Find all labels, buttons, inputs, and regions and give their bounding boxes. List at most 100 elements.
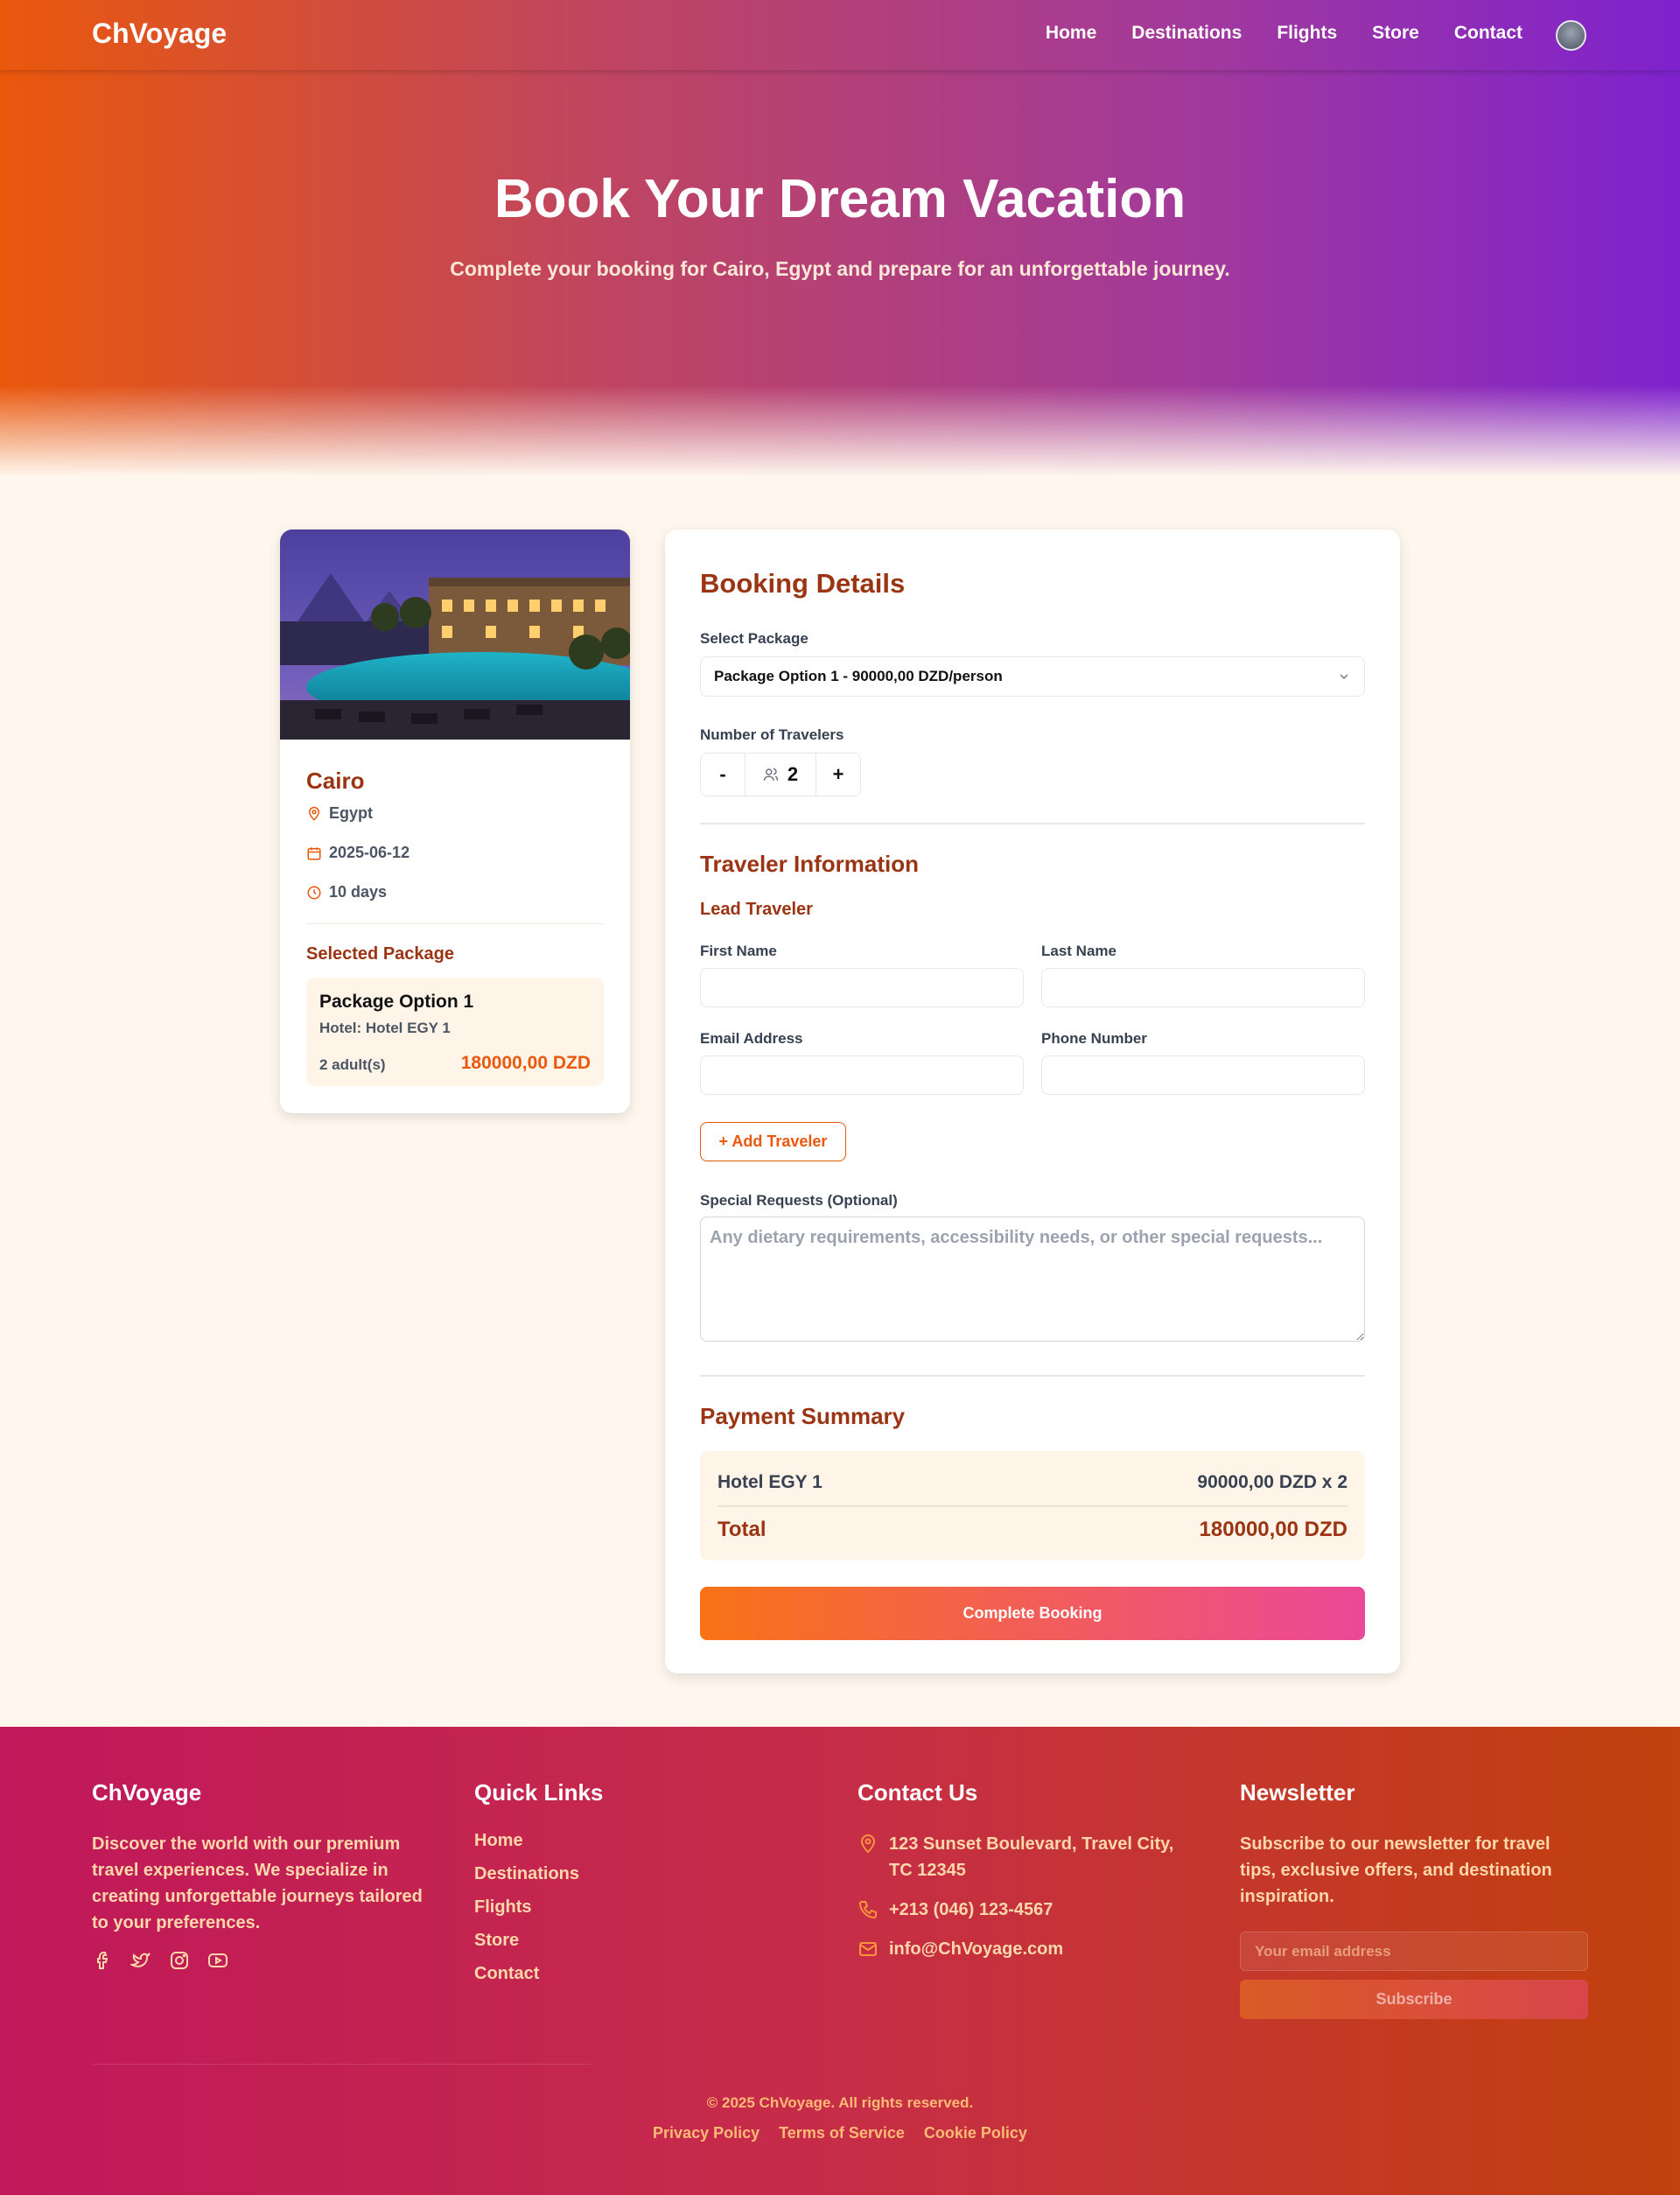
social-links	[92, 1950, 442, 1971]
top-navbar: ChVoyage Home Destinations Flights Store…	[0, 0, 1680, 70]
hero-title: Book Your Dream Vacation	[494, 169, 1186, 229]
complete-booking-button[interactable]: Complete Booking	[700, 1587, 1365, 1640]
user-avatar[interactable]	[1556, 20, 1586, 51]
footer-link-store[interactable]: Store	[474, 1931, 737, 1951]
newsletter-title: Newsletter	[1240, 1779, 1355, 1806]
last-name-input[interactable]	[1041, 968, 1365, 1007]
cookie-policy-link[interactable]: Cookie Policy	[924, 2124, 1027, 2142]
instagram-icon[interactable]	[169, 1950, 190, 1971]
mail-icon	[859, 1942, 877, 1956]
subscribe-button[interactable]: Subscribe	[1240, 1980, 1588, 2019]
line-item-amount: 90000,00 DZD x 2	[1197, 1472, 1348, 1492]
phone-input[interactable]	[1041, 1055, 1365, 1095]
contact-email: info@ChVoyage.com	[858, 1936, 1190, 1962]
summary-total: Total 180000,00 DZD	[718, 1518, 1348, 1542]
nav-link-home[interactable]: Home	[1046, 23, 1096, 44]
twitter-icon[interactable]	[130, 1950, 151, 1971]
hero-subtitle: Complete your booking for Cairo, Egypt a…	[450, 257, 1230, 280]
trip-duration: 10 days	[329, 883, 388, 901]
calendar-icon	[307, 846, 321, 859]
nav-link-flights[interactable]: Flights	[1277, 23, 1337, 44]
facebook-icon[interactable]	[92, 1950, 113, 1971]
destination-name: Cairo	[306, 768, 365, 794]
phone-label: Phone Number	[1041, 1030, 1147, 1047]
site-footer: ChVoyage Discover the world with our pre…	[0, 1727, 1680, 2195]
email-input[interactable]	[700, 1055, 1024, 1095]
total-amount: 180000,00 DZD	[1199, 1518, 1348, 1541]
booking-details-title: Booking Details	[700, 568, 906, 599]
package-select-value: Package Option 1 - 90000,00 DZD/person	[714, 668, 1003, 684]
footer-link-contact[interactable]: Contact	[474, 1964, 737, 1984]
selected-package-box: Package Option 1 Hotel: Hotel EGY 1 2 ad…	[306, 978, 604, 1086]
decrement-travelers-button[interactable]: -	[701, 754, 745, 796]
package-adults: 2 adult(s)	[319, 1056, 386, 1073]
nav-link-destinations[interactable]: Destinations	[1131, 23, 1242, 44]
email-text[interactable]: info@ChVoyage.com	[889, 1936, 1063, 1962]
destination-country: Egypt	[329, 804, 374, 822]
footer-about: ChVoyage Discover the world with our pre…	[92, 1779, 442, 1971]
add-traveler-button[interactable]: + Add Traveler	[700, 1122, 846, 1161]
first-name-input[interactable]	[700, 968, 1024, 1007]
duration-row: 10 days	[306, 883, 387, 901]
footer-divider	[92, 2064, 591, 2065]
travelers-label: Number of Travelers	[700, 726, 844, 743]
footer-quick-links: Quick Links Home Destinations Flights St…	[474, 1779, 737, 1997]
quick-links-title: Quick Links	[474, 1779, 604, 1806]
summary-line-item: Hotel EGY 1 90000,00 DZD x 2	[718, 1472, 1348, 1493]
contact-phone: +213 (046) 123-4567	[858, 1897, 1190, 1923]
users-icon	[763, 768, 779, 781]
card-divider	[306, 923, 604, 924]
section-divider	[700, 823, 1365, 824]
package-name: Package Option 1	[319, 992, 474, 1012]
summary-divider	[718, 1505, 1348, 1507]
special-requests-label: Special Requests (Optional)	[700, 1192, 898, 1209]
total-label: Total	[718, 1518, 766, 1541]
contact-title: Contact Us	[858, 1779, 978, 1806]
package-price: 180000,00 DZD	[460, 1053, 591, 1073]
first-name-label: First Name	[700, 943, 777, 959]
nav-link-contact[interactable]: Contact	[1454, 23, 1522, 44]
newsletter-email-input[interactable]	[1240, 1932, 1588, 1971]
email-label: Email Address	[700, 1030, 803, 1047]
footer-contact: Contact Us 123 Sunset Boulevard, Travel …	[858, 1779, 1190, 1975]
phone-text[interactable]: +213 (046) 123-4567	[889, 1897, 1053, 1923]
booking-form-card: Booking Details Select Package Package O…	[665, 529, 1400, 1673]
footer-link-destinations[interactable]: Destinations	[474, 1864, 737, 1884]
date-row: 2025-06-12	[306, 844, 410, 862]
travelers-count-display: 2	[745, 754, 816, 796]
copyright-text: © 2025 ChVoyage. All rights reserved.	[706, 2094, 974, 2111]
footer-brand: ChVoyage	[92, 1779, 202, 1806]
destination-card: Cairo Egypt 2025-06-12 10 days Selected …	[280, 529, 630, 1113]
traveler-info-title: Traveler Information	[700, 851, 919, 877]
nav-links: Home Destinations Flights Store Contact	[1046, 23, 1522, 44]
youtube-icon[interactable]	[207, 1950, 228, 1971]
nav-link-store[interactable]: Store	[1372, 23, 1419, 44]
special-requests-textarea[interactable]	[700, 1217, 1365, 1342]
footer-about-text: Discover the world with our premium trav…	[92, 1834, 423, 1932]
map-pin-icon	[308, 806, 320, 821]
section-divider	[700, 1375, 1365, 1377]
line-item-label: Hotel EGY 1	[718, 1472, 822, 1492]
hero-section: ChVoyage Home Destinations Flights Store…	[0, 0, 1680, 477]
privacy-policy-link[interactable]: Privacy Policy	[653, 2124, 760, 2142]
footer-newsletter: Newsletter Subscribe to our newsletter f…	[1240, 1779, 1590, 2019]
contact-address: 123 Sunset Boulevard, Travel City, TC 12…	[858, 1831, 1190, 1883]
package-select[interactable]: Package Option 1 - 90000,00 DZD/person	[700, 656, 1365, 697]
terms-of-service-link[interactable]: Terms of Service	[779, 2124, 905, 2142]
payment-summary-box: Hotel EGY 1 90000,00 DZD x 2 Total 18000…	[700, 1451, 1365, 1560]
lead-traveler-title: Lead Traveler	[700, 900, 813, 919]
payment-summary-title: Payment Summary	[700, 1403, 906, 1429]
travelers-stepper: - 2 +	[700, 753, 861, 796]
last-name-label: Last Name	[1041, 943, 1116, 959]
brand-logo[interactable]: ChVoyage	[92, 18, 227, 50]
selected-package-title: Selected Package	[306, 944, 454, 964]
clock-icon	[307, 886, 321, 899]
phone-icon	[858, 1901, 877, 1919]
package-hotel: Hotel: Hotel EGY 1	[319, 1020, 451, 1036]
newsletter-text: Subscribe to our newsletter for travel t…	[1240, 1834, 1552, 1906]
increment-travelers-button[interactable]: +	[816, 754, 860, 796]
footer-link-flights[interactable]: Flights	[474, 1897, 737, 1918]
travelers-count: 2	[787, 763, 799, 785]
travel-date: 2025-06-12	[329, 844, 410, 861]
footer-link-home[interactable]: Home	[474, 1831, 737, 1851]
